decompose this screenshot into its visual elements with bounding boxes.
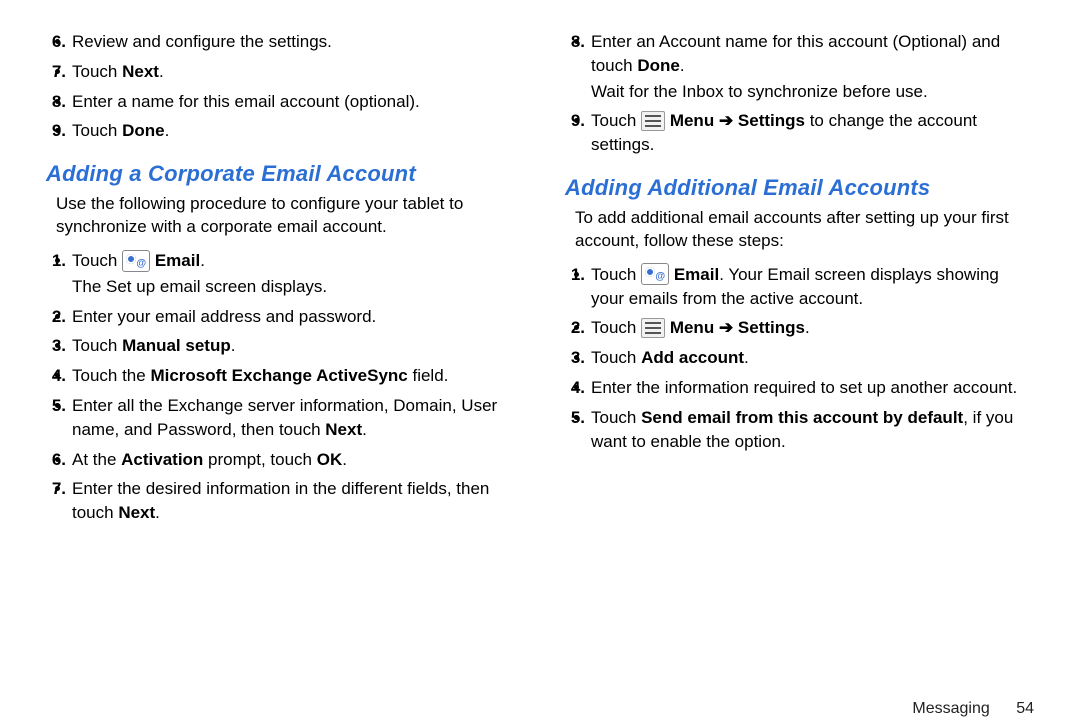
step-text: Touch Add account. — [591, 348, 749, 367]
corp-step-5: 5.Enter all the Exchange server informat… — [72, 394, 515, 442]
arrow-icon: ➔ — [719, 111, 733, 130]
step-text: Touch Menu ➔ Settings. — [591, 318, 810, 337]
left-column: 6.Review and configure the settings. 7.T… — [46, 30, 515, 690]
step-text: Enter a name for this email account (opt… — [72, 92, 420, 111]
step-text: Touch Menu ➔ Settings to change the acco… — [591, 111, 977, 154]
corp-step-4: 4.Touch the Microsoft Exchange ActiveSyn… — [72, 364, 515, 388]
subheading-corporate: Adding a Corporate Email Account — [46, 161, 515, 187]
additional-steps: 1.Touch Email. Your Email screen display… — [565, 263, 1034, 454]
step-text: Enter the information required to set up… — [591, 378, 1017, 397]
page-footer: Messaging 54 — [0, 700, 1080, 728]
step-text: Touch Email. Your Email screen displays … — [591, 265, 999, 308]
corp-step-3: 3.Touch Manual setup. — [72, 334, 515, 358]
right-column: 8.Enter an Account name for this account… — [565, 30, 1034, 690]
step-text: Review and configure the settings. — [72, 32, 332, 51]
intro-additional: To add additional email accounts after s… — [575, 207, 1034, 253]
menu-icon — [641, 318, 665, 338]
corp-step-2: 2.Enter your email address and password. — [72, 305, 515, 329]
step-text: Enter all the Exchange server informatio… — [72, 396, 497, 439]
step-6: 6.Review and configure the settings. — [72, 30, 515, 54]
step-text: Touch Next. — [72, 62, 164, 81]
add-step-3: 3.Touch Add account. — [591, 346, 1034, 370]
menu-icon — [641, 111, 665, 131]
footer-page-number: 54 — [1016, 700, 1034, 717]
step-text: Touch Email.The Set up email screen disp… — [72, 251, 515, 299]
corporate-steps: 1.Touch Email.The Set up email screen di… — [46, 249, 515, 525]
step-8: 8.Enter a name for this email account (o… — [72, 90, 515, 114]
step-9: 9.Touch Done. — [72, 119, 515, 143]
step-text: Touch Send email from this account by de… — [591, 408, 1013, 451]
add-step-2: 2.Touch Menu ➔ Settings. — [591, 316, 1034, 340]
page-content: 6.Review and configure the settings. 7.T… — [0, 0, 1080, 700]
corp-step-6: 6.At the Activation prompt, touch OK. — [72, 448, 515, 472]
arrow-icon: ➔ — [719, 318, 733, 337]
step-text: At the Activation prompt, touch OK. — [72, 450, 347, 469]
add-step-1: 1.Touch Email. Your Email screen display… — [591, 263, 1034, 311]
step-sub: Wait for the Inbox to synchronize before… — [591, 80, 1034, 104]
step-text: Touch Manual setup. — [72, 336, 235, 355]
step-7: 7.Touch Next. — [72, 60, 515, 84]
step-text: Enter your email address and password. — [72, 307, 376, 326]
add-step-4: 4.Enter the information required to set … — [591, 376, 1034, 400]
step-text: Enter the desired information in the dif… — [72, 479, 489, 522]
step-sub: The Set up email screen displays. — [72, 275, 515, 299]
continuation-list-right: 8.Enter an Account name for this account… — [565, 30, 1034, 157]
step-text: Enter an Account name for this account (… — [591, 32, 1034, 103]
corp-step-7: 7.Enter the desired information in the d… — [72, 477, 515, 525]
step-9r: 9.Touch Menu ➔ Settings to change the ac… — [591, 109, 1034, 157]
email-icon — [122, 250, 150, 272]
step-text: Touch the Microsoft Exchange ActiveSync … — [72, 366, 448, 385]
continuation-list-left: 6.Review and configure the settings. 7.T… — [46, 30, 515, 143]
step-8r: 8.Enter an Account name for this account… — [591, 30, 1034, 103]
footer-section: Messaging — [912, 700, 989, 717]
add-step-5: 5.Touch Send email from this account by … — [591, 406, 1034, 454]
intro-corporate: Use the following procedure to configure… — [56, 193, 515, 239]
email-icon — [641, 263, 669, 285]
step-text: Touch Done. — [72, 121, 169, 140]
corp-step-1: 1.Touch Email.The Set up email screen di… — [72, 249, 515, 299]
subheading-additional: Adding Additional Email Accounts — [565, 175, 1034, 201]
